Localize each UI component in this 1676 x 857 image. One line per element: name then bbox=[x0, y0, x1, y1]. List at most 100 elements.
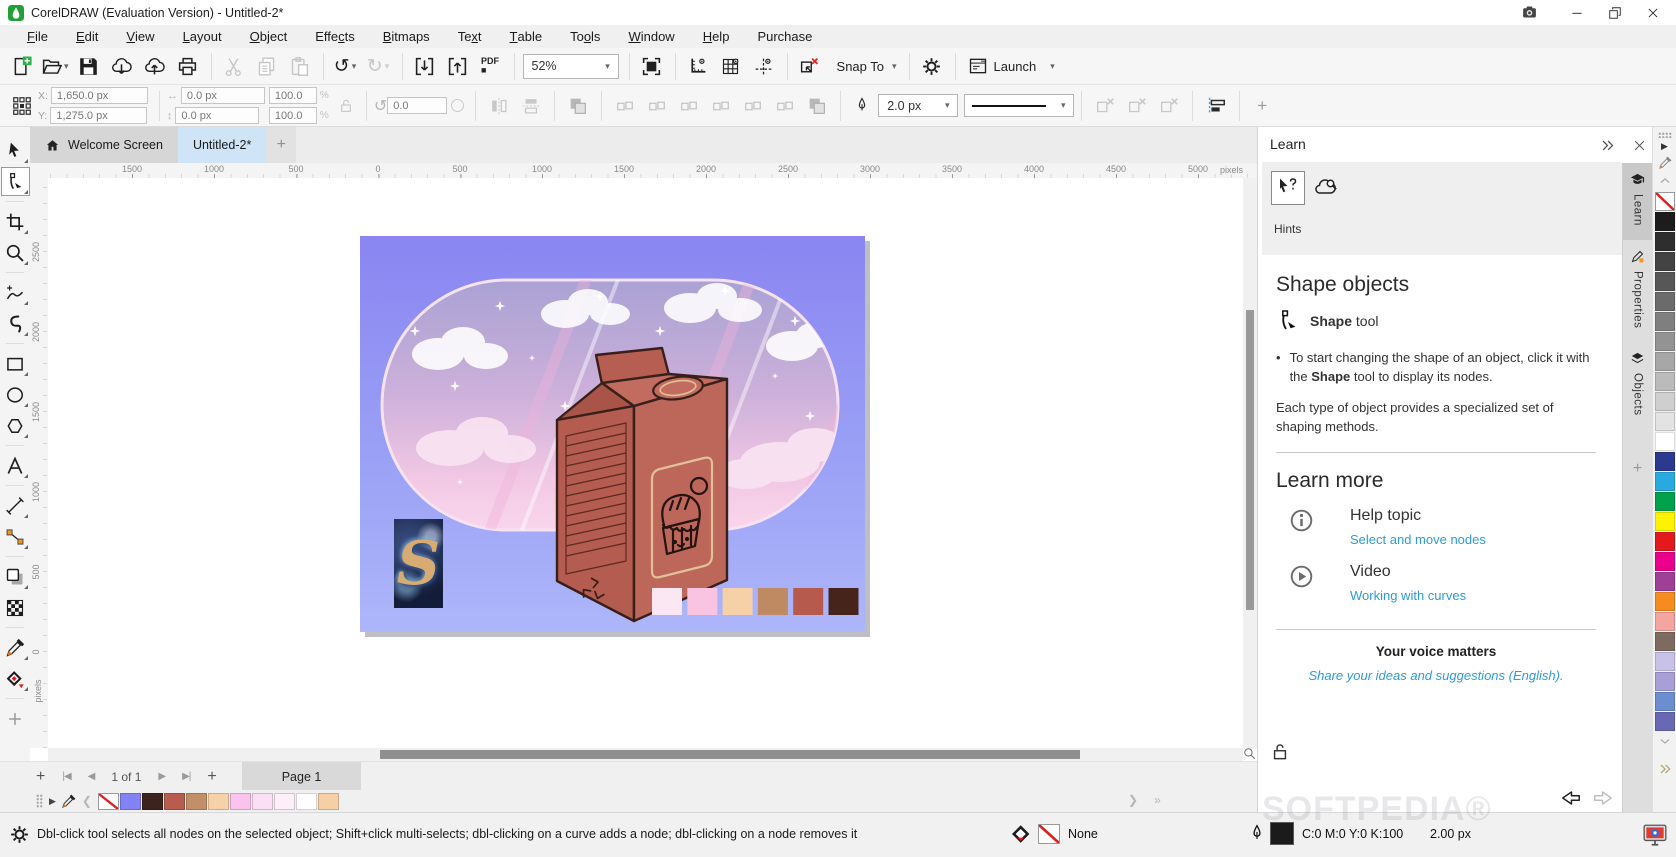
palette-swatch-7[interactable] bbox=[1655, 332, 1675, 351]
palette-swatch-15[interactable] bbox=[1655, 492, 1675, 511]
doc-palette-swatch-5[interactable] bbox=[208, 793, 229, 810]
doc-palette-swatch-7[interactable] bbox=[252, 793, 273, 810]
palette-eyedropper[interactable] bbox=[1658, 156, 1672, 170]
x-position-field[interactable]: 1,650.0 px bbox=[51, 87, 148, 104]
snap-off-button[interactable] bbox=[796, 52, 823, 80]
paste-button[interactable] bbox=[286, 52, 313, 80]
palette-swatch-14[interactable] bbox=[1655, 472, 1675, 491]
palette-swatch-5[interactable] bbox=[1655, 292, 1675, 311]
trim-button[interactable] bbox=[646, 95, 668, 117]
palette-grip[interactable] bbox=[1658, 132, 1672, 138]
vertical-scrollbar-thumb[interactable] bbox=[1246, 310, 1254, 610]
options-button[interactable] bbox=[918, 52, 945, 80]
zoom-tool[interactable] bbox=[2, 239, 29, 266]
doc-palette-swatch-3[interactable] bbox=[164, 793, 185, 810]
search-online-button[interactable] bbox=[1310, 172, 1342, 204]
rectangle-tool[interactable] bbox=[2, 350, 29, 377]
eyedropper-tool[interactable] bbox=[2, 634, 29, 661]
print-button[interactable] bbox=[174, 52, 201, 80]
horizontal-scrollbar[interactable] bbox=[48, 748, 1243, 761]
new-document-button[interactable] bbox=[8, 52, 35, 80]
palette-swatch-12[interactable] bbox=[1655, 432, 1675, 451]
horizontal-ruler[interactable]: pixels 150010005000500100015002000250030… bbox=[48, 163, 1257, 179]
palette-swatch-3[interactable] bbox=[1655, 252, 1675, 271]
close-button[interactable] bbox=[1646, 6, 1660, 20]
palette-scroll-down[interactable] bbox=[1658, 734, 1672, 748]
import-button[interactable] bbox=[411, 52, 438, 80]
artistic-media-tool[interactable] bbox=[2, 310, 29, 337]
status-settings-icon[interactable] bbox=[9, 824, 30, 845]
vertical-scrollbar[interactable] bbox=[1243, 178, 1257, 748]
outline-indicator-icon[interactable] bbox=[1247, 822, 1267, 846]
palette-scroll-right[interactable]: ❯ bbox=[1128, 793, 1138, 807]
delete-segment-button[interactable] bbox=[1094, 95, 1116, 117]
intersect-button[interactable] bbox=[678, 95, 700, 117]
add-tools-button[interactable] bbox=[2, 705, 29, 732]
palette-scroll-left[interactable]: ❮ bbox=[82, 794, 92, 808]
palette-expand-right[interactable] bbox=[1658, 762, 1672, 776]
menu-item-help[interactable]: Help bbox=[689, 25, 744, 48]
doc-palette-swatch-2[interactable] bbox=[142, 793, 163, 810]
palette-swatch-23[interactable] bbox=[1655, 652, 1675, 671]
menu-item-purchase[interactable]: Purchase bbox=[743, 25, 826, 48]
vertical-ruler[interactable]: pixels 25002000150010005000 bbox=[30, 178, 49, 748]
tab-welcome-screen[interactable]: Welcome Screen bbox=[30, 127, 178, 163]
palette-eyedropper-icon[interactable] bbox=[61, 794, 76, 809]
menu-item-file[interactable]: File bbox=[13, 25, 62, 48]
document-page[interactable]: S bbox=[360, 236, 865, 632]
menu-item-view[interactable]: View bbox=[112, 25, 168, 48]
video-link[interactable]: Working with curves bbox=[1350, 588, 1466, 603]
copy-button[interactable] bbox=[253, 52, 280, 80]
menu-item-effects[interactable]: Effects bbox=[301, 25, 369, 48]
palette-swatch-6[interactable] bbox=[1655, 312, 1675, 331]
hints-pointer-button[interactable] bbox=[1272, 172, 1304, 204]
redo-button[interactable]: ↻▾ bbox=[365, 52, 392, 80]
last-page-button[interactable]: ▶| bbox=[182, 762, 190, 791]
scale-x-field[interactable]: 100.0 bbox=[269, 87, 317, 104]
palette-swatch-8[interactable] bbox=[1655, 352, 1675, 371]
palette-swatch-19[interactable] bbox=[1655, 572, 1675, 591]
palette-swatch-17[interactable] bbox=[1655, 532, 1675, 551]
save-button[interactable] bbox=[75, 52, 102, 80]
show-rulers-button[interactable] bbox=[684, 52, 711, 80]
break-curve-button[interactable] bbox=[1158, 95, 1180, 117]
palette-swatch-18[interactable] bbox=[1655, 552, 1675, 571]
shape-tool[interactable] bbox=[2, 168, 29, 195]
object-height-field[interactable]: 0.0 px bbox=[175, 107, 259, 124]
docker-tab-learn[interactable]: Learn bbox=[1623, 163, 1652, 240]
palette-expand[interactable]: » bbox=[1154, 793, 1161, 807]
add-page-before-button[interactable]: + bbox=[36, 762, 45, 791]
tab-untitled-2[interactable]: Untitled-2* bbox=[178, 127, 266, 163]
page-1-tab[interactable]: Page 1 bbox=[242, 762, 362, 791]
export-button[interactable] bbox=[444, 52, 471, 80]
palette-drag-handle[interactable] bbox=[36, 794, 43, 808]
palette-swatch-10[interactable] bbox=[1655, 392, 1675, 411]
add-page-after-button[interactable]: + bbox=[207, 762, 216, 791]
polygon-tool[interactable] bbox=[2, 412, 29, 439]
customize-propbar-button[interactable]: + bbox=[1257, 96, 1267, 116]
order-button[interactable] bbox=[567, 95, 589, 117]
palette-scroll-up[interactable] bbox=[1658, 174, 1672, 188]
palette-swatch-22[interactable] bbox=[1655, 632, 1675, 651]
outline-width-combo[interactable]: 2.0 px▾ bbox=[878, 94, 958, 117]
align-distribute-button[interactable] bbox=[1205, 95, 1227, 117]
scale-y-field[interactable]: 100.0 bbox=[269, 107, 317, 124]
doc-palette-swatch-9[interactable] bbox=[296, 793, 317, 810]
collapse-docker-icon[interactable] bbox=[1600, 138, 1615, 153]
doc-palette-swatch-4[interactable] bbox=[186, 793, 207, 810]
add-docker-button[interactable]: + bbox=[1623, 460, 1652, 478]
palette-swatch-26[interactable] bbox=[1655, 712, 1675, 731]
create-boundary-button[interactable] bbox=[806, 95, 828, 117]
palette-swatch-9[interactable] bbox=[1655, 372, 1675, 391]
menu-item-window[interactable]: Window bbox=[614, 25, 688, 48]
snap-to-dropdown[interactable]: Snap To▾ bbox=[837, 59, 897, 74]
crop-tool[interactable] bbox=[2, 208, 29, 235]
galaxy-letter-image[interactable]: S bbox=[394, 519, 443, 608]
palette-swatch-4[interactable] bbox=[1655, 272, 1675, 291]
launch-dropdown[interactable]: Launch▾ bbox=[968, 56, 1055, 76]
menu-item-text[interactable]: Text bbox=[444, 25, 496, 48]
rotation-angle-field[interactable]: 0.0 bbox=[387, 97, 447, 114]
palette-swatch-20[interactable] bbox=[1655, 592, 1675, 611]
palette-swatch-25[interactable] bbox=[1655, 692, 1675, 711]
back-minus-front-button[interactable] bbox=[774, 95, 796, 117]
